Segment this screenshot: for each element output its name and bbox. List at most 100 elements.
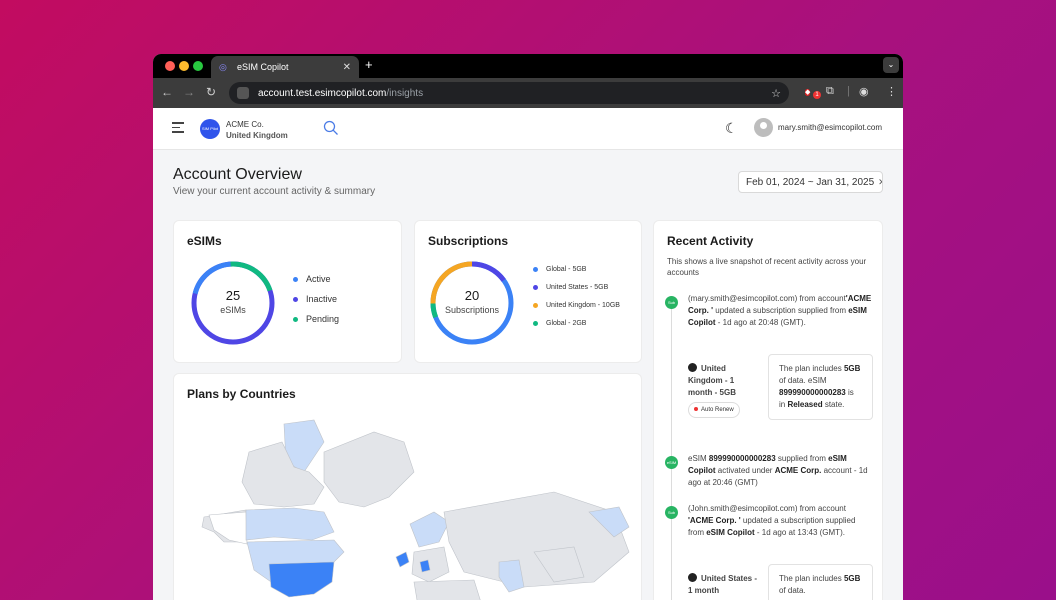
legend-dot bbox=[293, 316, 298, 322]
site-info-icon[interactable] bbox=[237, 87, 249, 99]
legend-item[interactable]: Pending bbox=[293, 314, 339, 324]
esim-iccid: 899990000000283 bbox=[708, 454, 776, 463]
plan-data-amount: 5GB bbox=[843, 364, 861, 373]
legend-dot bbox=[533, 285, 538, 290]
map-region-africa[interactable] bbox=[413, 579, 484, 600]
url-domain: account.test.esimcopilot.com bbox=[258, 87, 387, 99]
subscriptions-count: 20 bbox=[464, 288, 480, 303]
activity-account: 'ACME Corp. ' bbox=[688, 516, 741, 525]
plan-detail-text: The plan includes bbox=[779, 574, 844, 583]
company-logo: SIM Pilot bbox=[200, 119, 220, 139]
map-region-asia[interactable] bbox=[443, 491, 630, 588]
dark-mode-moon-icon[interactable]: ☾ bbox=[725, 120, 738, 137]
address-bar[interactable]: account.test.esimcopilot.com/insights ☆ bbox=[229, 82, 789, 104]
legend-item[interactable]: Inactive bbox=[293, 294, 339, 304]
esims-count-label: eSIMs bbox=[220, 305, 246, 315]
extension-red-icon[interactable]: ◆ 1 bbox=[805, 85, 821, 99]
activity-item-3-text[interactable]: (John.smith@esimcopilot.com) from accoun… bbox=[688, 503, 873, 539]
legend-item[interactable]: Global - 5GB bbox=[533, 266, 620, 273]
avatar[interactable] bbox=[754, 118, 773, 137]
map-region-arctic-north[interactable] bbox=[323, 431, 415, 508]
legend-label: Active bbox=[306, 274, 331, 284]
date-range-picker[interactable]: Feb 01, 2024 ~ Jan 31, 2025 ✕ bbox=[738, 171, 883, 193]
hamburger-menu-icon[interactable] bbox=[172, 122, 184, 136]
activity-item-2-text[interactable]: eSIM 899990000000283 supplied from eSIM … bbox=[688, 453, 873, 489]
user-email[interactable]: mary.smith@esimcopilot.com bbox=[778, 123, 882, 132]
world-map[interactable] bbox=[174, 412, 642, 600]
plan-summary[interactable]: United States - 1 month bbox=[688, 573, 758, 597]
map-region-united-states[interactable] bbox=[268, 561, 335, 598]
browser-tab[interactable]: ◎ eSIM Copilot ✕ bbox=[211, 56, 359, 78]
browser-menu-icon[interactable]: ⋮ bbox=[886, 85, 897, 98]
legend-dot bbox=[533, 267, 538, 272]
back-icon[interactable]: ← bbox=[161, 85, 173, 99]
activity-text-part: - 1d ago at 20:48 (GMT). bbox=[715, 318, 806, 327]
activity-text-part: (John.smith@esimcopilot.com) from accoun… bbox=[688, 504, 846, 513]
esims-card-title: eSIMs bbox=[187, 234, 222, 248]
map-region-alaska[interactable] bbox=[208, 511, 248, 545]
esims-donut-center: 25 eSIMs bbox=[203, 288, 263, 315]
bookmark-star-icon[interactable]: ☆ bbox=[771, 87, 781, 100]
map-region-europe[interactable] bbox=[411, 546, 450, 583]
browser-window: ◎ eSIM Copilot ✕ + ⌄ ← → ↻ account.test.… bbox=[153, 54, 903, 600]
activity-supplier: eSIM Copilot bbox=[706, 528, 755, 537]
extensions-puzzle-icon[interactable]: ⧉ bbox=[826, 85, 834, 98]
company-switcher[interactable]: ACME Co. United Kingdom bbox=[226, 119, 288, 141]
activity-account: ACME Corp. bbox=[774, 466, 822, 475]
tab-search-icon[interactable]: ⌄ bbox=[883, 57, 899, 73]
legend-item[interactable]: United Kingdom - 10GB bbox=[533, 302, 620, 309]
subscriptions-legend: Global - 5GB United States - 5GB United … bbox=[533, 266, 620, 327]
map-region-scandinavia[interactable] bbox=[409, 511, 450, 548]
browser-toolbar: ← → ↻ account.test.esimcopilot.com/insig… bbox=[153, 78, 903, 108]
activity-sub-badge: Sub bbox=[665, 506, 678, 519]
close-window-icon[interactable] bbox=[165, 61, 175, 71]
legend-label: United Kingdom - 10GB bbox=[546, 302, 620, 309]
new-tab-icon[interactable]: + bbox=[365, 57, 373, 72]
tab-favicon-icon: ◎ bbox=[219, 62, 227, 72]
minimize-window-icon[interactable] bbox=[179, 61, 189, 71]
legend-item[interactable]: Active bbox=[293, 274, 339, 284]
maximize-window-icon[interactable] bbox=[193, 61, 203, 71]
plan-detail-text: The plan includes bbox=[779, 364, 844, 373]
activity-text-part: activated under bbox=[715, 466, 775, 475]
legend-label: Global - 2GB bbox=[546, 320, 587, 327]
plans-map-title: Plans by Countries bbox=[187, 387, 296, 401]
forward-icon[interactable]: → bbox=[183, 85, 195, 99]
activity-item-1-text[interactable]: (mary.smith@esimcopilot.com) from accoun… bbox=[688, 293, 873, 329]
plan-detail-text: of data. bbox=[779, 586, 806, 595]
plan-data-amount: 5GB bbox=[843, 574, 861, 583]
reload-icon[interactable]: ↻ bbox=[206, 85, 216, 99]
profile-icon[interactable]: ◉ bbox=[859, 85, 869, 98]
tab-title: eSIM Copilot bbox=[237, 62, 289, 72]
subscriptions-count-label: Subscriptions bbox=[444, 305, 500, 315]
activity-esim-badge: eSIM bbox=[665, 456, 678, 469]
status-dot-icon bbox=[694, 407, 698, 411]
extension-badge: 1 bbox=[813, 91, 821, 99]
activity-sub-badge: Sub bbox=[665, 296, 678, 309]
activity-text-part: (mary.smith@esimcopilot.com) from accoun… bbox=[688, 294, 846, 303]
search-icon[interactable] bbox=[323, 120, 339, 136]
esims-count: 25 bbox=[225, 288, 241, 303]
legend-label: Global - 5GB bbox=[546, 266, 587, 273]
plan-detail-text: state. bbox=[822, 400, 845, 409]
subscriptions-card-title: Subscriptions bbox=[428, 234, 509, 248]
esim-state: Released bbox=[787, 400, 823, 409]
legend-dot bbox=[293, 296, 298, 302]
plan-summary[interactable]: United Kingdom - 1 month - 5GB Auto Rene… bbox=[688, 363, 753, 418]
auto-renew-badge: Auto Renew bbox=[688, 402, 740, 418]
recent-activity-card: Recent Activity This shows a live snapsh… bbox=[653, 220, 883, 600]
clear-date-icon[interactable]: ✕ bbox=[874, 176, 882, 188]
toolbar-divider: | bbox=[847, 85, 850, 97]
legend-label: United States - 5GB bbox=[546, 284, 609, 291]
esim-iccid: 899990000000283 bbox=[779, 388, 846, 397]
globe-icon bbox=[688, 573, 697, 582]
legend-item[interactable]: United States - 5GB bbox=[533, 284, 620, 291]
plan-name: United States - 1 month bbox=[688, 574, 758, 595]
map-region-united-kingdom[interactable] bbox=[395, 551, 410, 568]
activity-text-part: - 1d ago at 13:43 (GMT). bbox=[754, 528, 845, 537]
map-region-canada-south[interactable] bbox=[245, 507, 335, 541]
map-region-central-europe[interactable] bbox=[419, 559, 431, 573]
tab-close-icon[interactable]: ✕ bbox=[343, 62, 351, 73]
tab-strip: ◎ eSIM Copilot ✕ + ⌄ bbox=[153, 54, 903, 78]
legend-item[interactable]: Global - 2GB bbox=[533, 320, 620, 327]
